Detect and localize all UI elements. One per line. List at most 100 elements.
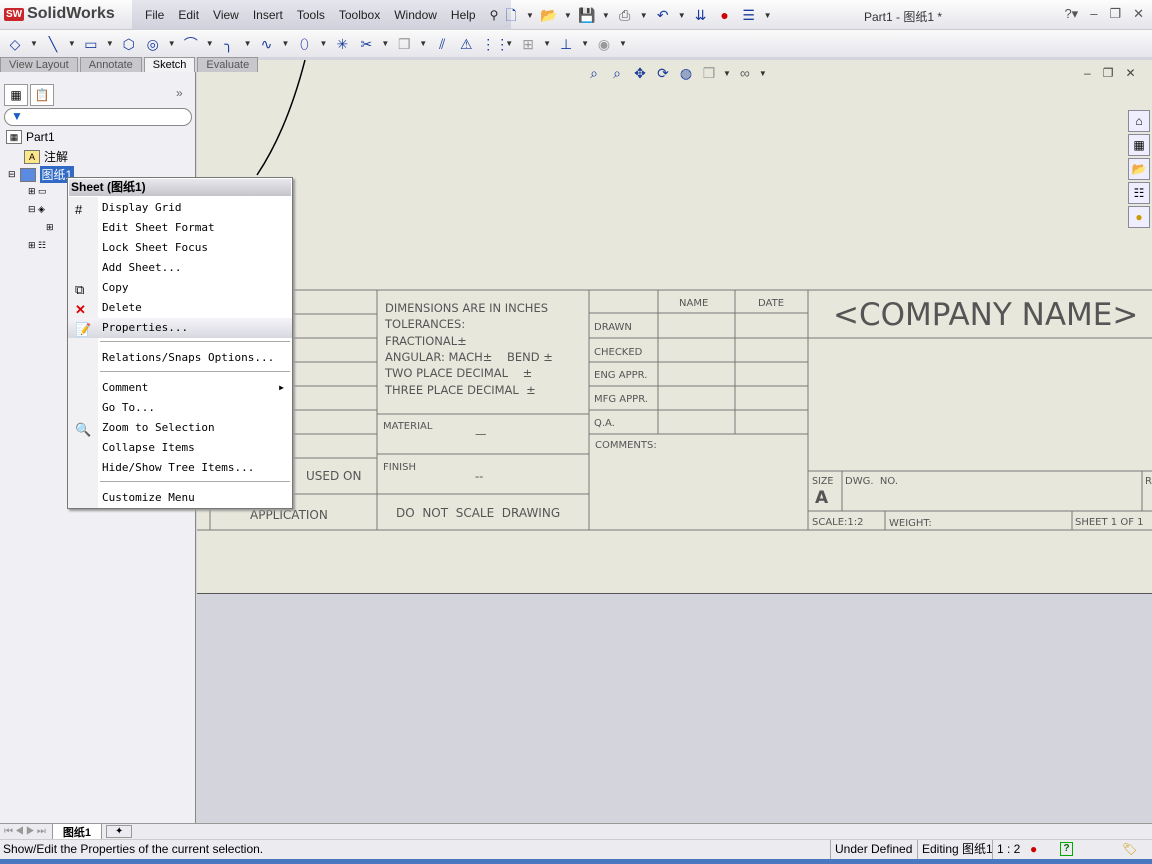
relations-icon[interactable]: ⊥ (557, 35, 575, 53)
tree-item-sheet[interactable]: ⊟ 图纸1 (8, 166, 75, 183)
tolerances-label: TOLERANCES: (384, 317, 465, 331)
tag-icon[interactable]: 🏷 (1122, 840, 1137, 859)
select-icon[interactable]: ⇊ (692, 6, 710, 24)
rectangle-icon[interactable]: ▭ (82, 35, 100, 53)
arc-icon[interactable]: ⌒ (182, 35, 200, 53)
menu-file[interactable]: File (138, 8, 171, 22)
undo-icon[interactable]: ↶ (654, 6, 672, 24)
tab-evaluate[interactable]: Evaluate (197, 57, 259, 72)
rebuild-icon[interactable]: ● (716, 6, 734, 24)
zoom-to-fit-icon[interactable]: ⌕ (585, 64, 603, 82)
display-style-icon[interactable]: ❒ (700, 64, 718, 82)
menu-item-edit-sheet-format[interactable]: Edit Sheet Format (68, 218, 292, 238)
pan-icon[interactable]: ✥ (631, 64, 649, 82)
name-header: NAME (679, 298, 708, 309)
menu-toolbox[interactable]: Toolbox (332, 8, 387, 22)
new-icon[interactable]: 🗋 (502, 6, 520, 24)
sketch-state: Under Defined (830, 840, 912, 859)
tree-item-annotations[interactable]: A 注解 (24, 148, 68, 165)
sheet-tab[interactable]: 图纸1 (51, 822, 102, 841)
menu-item-hide-show-tree-items[interactable]: Hide/Show Tree Items... (68, 458, 292, 478)
menu-item-lock-sheet-focus[interactable]: Lock Sheet Focus (68, 238, 292, 258)
convert-icon[interactable]: ❒ (395, 35, 413, 53)
expand-icon[interactable]: ⊞ (46, 222, 54, 233)
expand-icon[interactable]: ⊟ ◈ (28, 204, 45, 215)
menu-edit[interactable]: Edit (171, 8, 206, 22)
expand-chevron-icon[interactable]: » (176, 86, 183, 100)
design-library-icon[interactable]: ▦ (1128, 134, 1150, 156)
open-icon[interactable]: 📂 (540, 6, 558, 24)
expand-icon[interactable]: ⊞ ▭ (28, 186, 47, 197)
menu-item-customize-menu[interactable]: Customize Menu (68, 488, 292, 508)
menu-item-properties[interactable]: 📝 Properties... (68, 318, 292, 338)
appearances-icon[interactable]: ● (1128, 206, 1150, 228)
menu-window[interactable]: Window (387, 8, 444, 22)
finish-value: -- (475, 469, 483, 483)
fillet-icon[interactable]: ╮ (220, 35, 238, 53)
help-icon[interactable]: ? (1060, 842, 1073, 856)
restore-icon[interactable]: ❐ (1109, 6, 1121, 22)
menu-item-zoom-to-selection[interactable]: 🔍 Zoom to Selection (68, 418, 292, 438)
menu-item-collapse-items[interactable]: Collapse Items (68, 438, 292, 458)
menu-item-relations-snaps[interactable]: Relations/Snaps Options... (68, 348, 292, 368)
polygon-icon[interactable]: ⬡ (120, 35, 138, 53)
menu-bar: File Edit View Insert Tools Toolbox Wind… (132, 0, 512, 30)
smart-dimension-icon[interactable]: ◇ (6, 35, 24, 53)
sketch-curve (256, 60, 306, 176)
offset-icon[interactable]: ⫽ (433, 35, 451, 53)
minimize-icon[interactable]: – (1090, 6, 1097, 22)
options-icon[interactable]: ☰ (740, 6, 758, 24)
circle-icon[interactable]: ◎ (144, 35, 162, 53)
zoom-area-icon[interactable]: ⌕ (608, 64, 626, 82)
close-icon[interactable]: ✕ (1133, 6, 1144, 22)
point-icon[interactable]: ✳ (333, 35, 351, 53)
tab-sketch[interactable]: Sketch (143, 57, 196, 72)
home-icon[interactable]: ⌂ (1128, 110, 1150, 132)
menu-insert[interactable]: Insert (246, 8, 290, 22)
expand-icon[interactable]: ⊞ ☷ (28, 240, 46, 251)
help-icon[interactable]: ?▾ (1064, 6, 1078, 22)
menu-tools[interactable]: Tools (290, 8, 332, 22)
drawing-sheet[interactable]: DIMENSIONS ARE IN INCHES TOLERANCES: FRA… (197, 60, 1152, 594)
minimize-icon[interactable]: – (1084, 66, 1091, 80)
tab-view-layout[interactable]: View Layout (0, 57, 78, 72)
spline-icon[interactable]: ∿ (258, 35, 276, 53)
menu-item-copy[interactable]: ⧉ Copy (68, 278, 292, 298)
menu-item-display-grid[interactable]: # Display Grid (68, 198, 292, 218)
ellipse-icon[interactable]: ⬯ (295, 35, 313, 53)
sheet-nav-arrows-icon[interactable]: ⏮◀▶⏭ (0, 826, 52, 837)
rotate-icon[interactable]: ⟳ (654, 64, 672, 82)
menu-help[interactable]: Help (444, 8, 483, 22)
application-label: APPLICATION (250, 508, 328, 522)
print-icon[interactable]: ⎙ (616, 6, 634, 24)
pattern-icon[interactable]: ⋮⋮ (481, 35, 509, 53)
trim-icon[interactable]: ✂ (357, 35, 375, 53)
menu-item-delete[interactable]: ✕ Delete (68, 298, 292, 318)
add-sheet-icon[interactable]: ✦ (105, 825, 133, 838)
tree-item-part[interactable]: ▦ Part1 (6, 130, 55, 144)
view-palette-icon[interactable]: ☷ (1128, 182, 1150, 204)
scale-status[interactable]: 1 : 2 (992, 840, 1020, 859)
menu-view[interactable]: View (206, 8, 246, 22)
menu-item-comment[interactable]: Comment ▶ (68, 378, 292, 398)
property-tab-icon[interactable]: 📋 (30, 84, 54, 106)
collapse-icon[interactable]: ⊟ (8, 169, 16, 180)
menu-item-go-to[interactable]: Go To... (68, 398, 292, 418)
line-icon[interactable]: ╲ (44, 35, 62, 53)
hide-show-icon[interactable]: ∞ (736, 64, 754, 82)
status-message: Show/Edit the Properties of the current … (3, 842, 264, 856)
menu-item-add-sheet[interactable]: Add Sheet... (68, 258, 292, 278)
tab-annotate[interactable]: Annotate (79, 57, 142, 72)
material-value: — (475, 427, 487, 441)
mfg-appr-label: MFG APPR. (594, 394, 648, 405)
mirror-icon[interactable]: ⚠ (457, 35, 475, 53)
move-icon[interactable]: ⊞ (519, 35, 537, 53)
close-icon[interactable]: ✕ (1125, 66, 1135, 80)
tree-filter-input[interactable]: ▼ (4, 108, 192, 126)
repair-icon[interactable]: ◉ (595, 35, 613, 53)
file-explorer-icon[interactable]: 📂 (1128, 158, 1150, 180)
restore-icon[interactable]: ❐ (1103, 66, 1114, 80)
previous-view-icon[interactable]: ◍ (677, 64, 695, 82)
save-icon[interactable]: 💾 (578, 6, 596, 24)
feature-tree-tab-icon[interactable]: ▦ (4, 84, 28, 106)
